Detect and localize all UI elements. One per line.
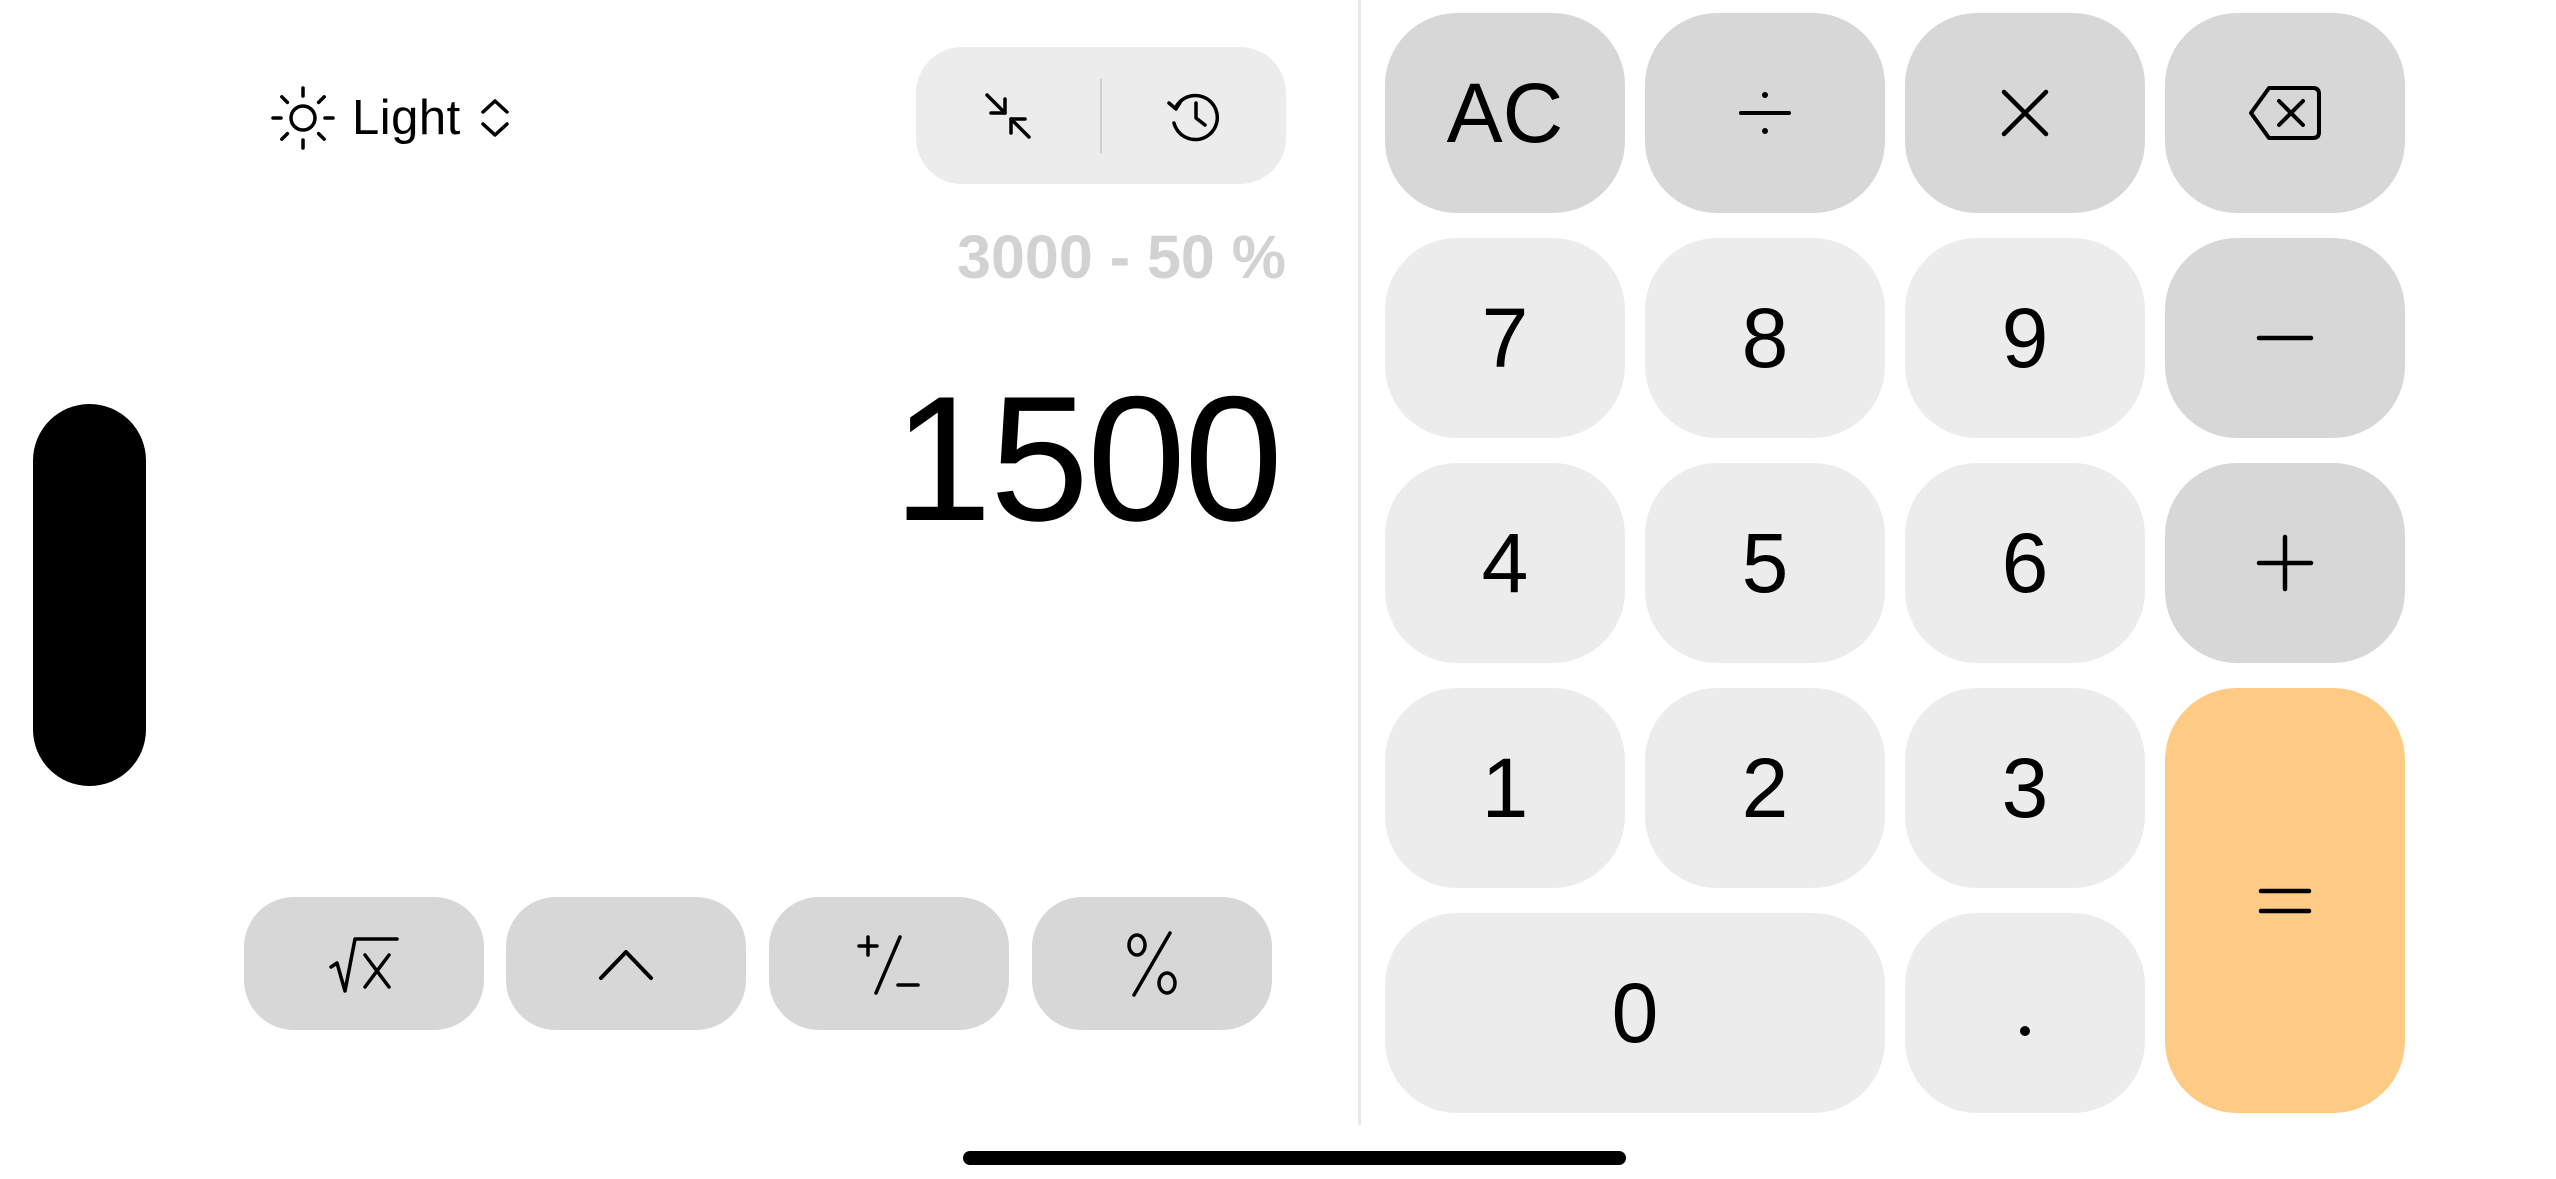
minus-button[interactable] [2165,238,2405,438]
backspace-icon [2247,82,2323,144]
digit-4-button[interactable]: 4 [1385,463,1625,663]
power-button[interactable] [506,897,746,1030]
calculator-screen: Light 3000 - 50 % 1500 AC 7 8 9 4 5 6 1 … [0,0,2556,1179]
theme-selector[interactable]: Light [268,80,515,155]
expression-display: 3000 - 50 % [957,223,1286,291]
panel-divider [1358,0,1361,1125]
square-root-button[interactable] [244,897,484,1030]
history-button[interactable] [1102,47,1286,184]
tools-pill [916,47,1286,184]
digit-3-button[interactable]: 3 [1905,688,2145,888]
digit-5-button[interactable]: 5 [1645,463,1885,663]
plus-icon [2255,533,2315,593]
digit-1-button[interactable]: 1 [1385,688,1625,888]
digit-6-button[interactable]: 6 [1905,463,2145,663]
collapse-button[interactable] [916,47,1100,184]
equals-icon [2257,881,2313,921]
sun-icon [268,83,338,153]
square-root-icon [327,933,401,995]
home-indicator[interactable] [963,1151,1626,1165]
collapse-arrows-icon [977,85,1039,147]
plus-minus-button[interactable] [769,897,1009,1030]
percent-button[interactable] [1032,897,1272,1030]
history-icon [1163,85,1225,147]
backspace-button[interactable] [2165,13,2405,213]
divide-button[interactable] [1645,13,1885,213]
plus-button[interactable] [2165,463,2405,663]
digit-7-button[interactable]: 7 [1385,238,1625,438]
equals-button[interactable] [2165,688,2405,1113]
decimal-button[interactable] [1905,913,2145,1113]
divide-icon [1735,83,1795,143]
multiply-icon [1998,86,2052,140]
digit-9-button[interactable]: 9 [1905,238,2145,438]
digit-0-button[interactable]: 0 [1385,913,1885,1113]
percent-icon [1120,929,1184,999]
minus-icon [2255,328,2315,348]
chevron-up-down-icon [475,94,515,142]
digit-2-button[interactable]: 2 [1645,688,1885,888]
clear-button[interactable]: AC [1385,13,1625,213]
digit-8-button[interactable]: 8 [1645,238,1885,438]
result-display: 1500 [893,359,1283,558]
decimal-point [2015,983,2035,1043]
plus-minus-icon [854,929,924,999]
theme-label: Light [352,90,461,145]
multiply-button[interactable] [1905,13,2145,213]
caret-icon [595,944,657,984]
dynamic-island [33,404,146,786]
